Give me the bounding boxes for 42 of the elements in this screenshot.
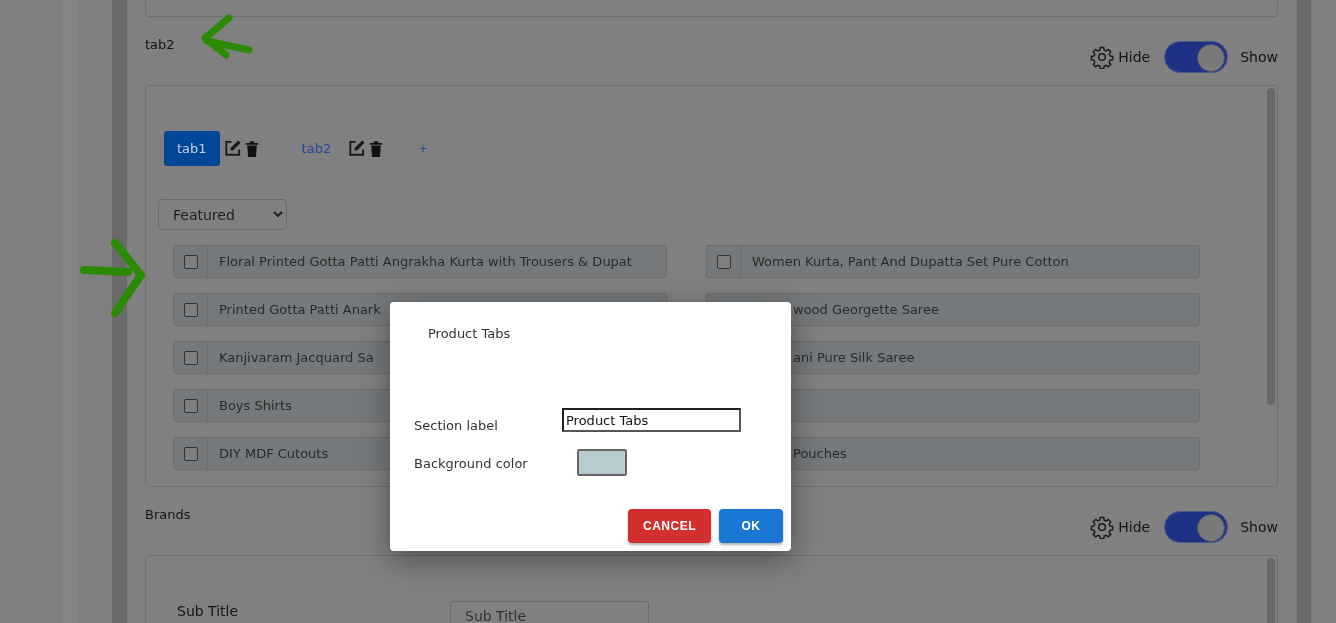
trash-icon[interactable] xyxy=(244,139,259,158)
edit-icon[interactable] xyxy=(347,139,367,158)
ok-button[interactable]: OK xyxy=(719,509,783,543)
field-label: Background color xyxy=(414,455,529,473)
hide-label: Hide xyxy=(1118,49,1151,65)
dialog-title: Product Tabs xyxy=(428,325,511,343)
visibility-toggle[interactable] xyxy=(1164,511,1229,543)
show-label: Show xyxy=(1240,519,1278,535)
input-field[interactable]: Product Tabs xyxy=(562,408,741,432)
sort-select[interactable]: Featured xyxy=(158,199,287,230)
settings-icon[interactable] xyxy=(1090,515,1115,539)
trash-icon[interactable] xyxy=(369,139,384,158)
checkbox[interactable] xyxy=(716,254,731,269)
field-label: Sub Title xyxy=(177,603,240,619)
edit-icon[interactable] xyxy=(222,139,242,158)
color-swatch[interactable] xyxy=(577,449,627,476)
checkbox[interactable] xyxy=(183,398,198,413)
checkbox[interactable] xyxy=(183,350,198,365)
product-name: Floral Printed Gotta Patti Angrakha Kurta with Trousers & Dupat xyxy=(218,254,632,269)
tab[interactable]: tab1 xyxy=(164,131,220,166)
field-label: Section label xyxy=(414,417,499,435)
product-name: ani Pure Silk Saree xyxy=(792,350,915,365)
product-name: Kanjivaram Jacquard Sa xyxy=(218,350,374,365)
input-field[interactable]: Sub Title xyxy=(450,601,649,623)
product-name: wood Georgette Saree xyxy=(792,302,939,317)
hide-label: Hide xyxy=(1118,519,1151,535)
arrow-drawing xyxy=(201,14,253,59)
scrollbar[interactable] xyxy=(1267,88,1275,405)
checkbox[interactable] xyxy=(183,446,198,461)
section-title: tab2 xyxy=(145,36,175,54)
section-title: Brands xyxy=(145,506,191,524)
product-name: Printed Gotta Patti Anark xyxy=(218,302,381,317)
product-name: DIY MDF Cutouts xyxy=(218,446,329,461)
show-label: Show xyxy=(1240,49,1278,65)
product-name: Pouches xyxy=(792,446,847,461)
checkbox[interactable] xyxy=(183,302,198,317)
product-name: Boys Shirts xyxy=(218,398,292,413)
product-name: Women Kurta, Pant And Dupatta Set Pure Cotton xyxy=(751,254,1069,269)
settings-icon[interactable] xyxy=(1090,45,1115,69)
visibility-toggle[interactable] xyxy=(1164,41,1229,73)
cancel-button[interactable]: CANCEL xyxy=(628,509,711,543)
checkbox[interactable] xyxy=(183,254,198,269)
